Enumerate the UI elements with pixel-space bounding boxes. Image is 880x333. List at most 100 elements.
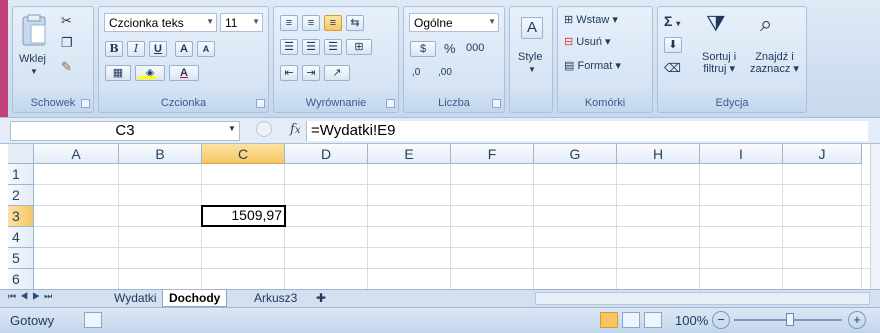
clipboard-launcher-icon[interactable]	[81, 99, 90, 108]
fill-color-swatch	[138, 76, 156, 79]
column-header-j[interactable]: J	[783, 144, 862, 164]
formula-bar: C3 ▼ fx =Wydatki!E9	[0, 117, 880, 144]
format-cells-icon: ▤	[564, 60, 575, 72]
align-bottom-icon[interactable]: ≡	[324, 15, 342, 31]
grow-font-button[interactable]: A	[175, 41, 193, 57]
decrease-decimal-button[interactable]: ,00	[438, 67, 452, 78]
column-header-g[interactable]: G	[534, 144, 617, 164]
currency-format-icon[interactable]: $	[410, 41, 436, 57]
find-select-icon[interactable]: ⌕	[760, 11, 772, 37]
percent-button[interactable]: %	[444, 41, 456, 56]
column-header-h[interactable]: H	[617, 144, 700, 164]
horizontal-scrollbar[interactable]	[535, 292, 870, 305]
column-header-i[interactable]: I	[700, 144, 783, 164]
sort-filter-icon[interactable]: ⧩	[706, 11, 726, 37]
align-top-icon[interactable]: ≡	[280, 15, 298, 31]
fill-color-button[interactable]: ◈	[135, 65, 165, 81]
format-button[interactable]: ▤ Format ▾	[564, 59, 621, 72]
name-box-dropdown-icon[interactable]: ▼	[228, 124, 236, 133]
gridline-horizontal	[34, 184, 870, 185]
paste-dropdown-icon[interactable]: ▼	[30, 67, 38, 76]
autosum-button[interactable]: Σ ▾	[664, 13, 680, 29]
cells-group: ⊞ Wstaw ▾ ⊟ Usuń ▾ ▤ Format ▾ Komórki	[557, 6, 653, 113]
number-launcher-icon[interactable]	[492, 99, 501, 108]
font-group: Czcionka teks ▼ 11 ▼ B I U A A ▦ ◈ A Czcio…	[98, 6, 269, 113]
underline-button[interactable]: U	[149, 41, 167, 57]
ribbon: Wklej ▼ ✂ ❐ ✎ Schowek Czcionka teks ▼ 11 ▼…	[0, 0, 880, 117]
zoom-out-button[interactable]: −	[712, 311, 730, 329]
sheet-nav-icons[interactable]: ⏮◀▶⏭	[8, 291, 56, 302]
page-layout-view-icon[interactable]	[622, 312, 640, 328]
italic-button[interactable]: I	[127, 41, 145, 57]
active-cell[interactable]: 1509,97	[201, 205, 286, 227]
styles-dropdown-icon[interactable]: ▼	[528, 65, 536, 74]
paste-label[interactable]: Wklej	[19, 53, 46, 65]
find-select-button[interactable]: Znajdź i zaznacz ▾	[750, 51, 799, 75]
row-header-3[interactable]: 3	[8, 206, 34, 227]
styles-icon[interactable]: A	[521, 17, 543, 39]
align-middle-icon[interactable]: ≡	[302, 15, 320, 31]
name-box[interactable]: C3	[10, 121, 240, 141]
decrease-indent-icon[interactable]: ⇤	[280, 65, 298, 81]
insert-sheet-icon[interactable]: ✚	[310, 290, 332, 307]
gridline-horizontal	[34, 268, 870, 269]
thousands-button[interactable]: 000	[466, 42, 484, 54]
styles-group: A Style ▼	[509, 6, 553, 113]
select-all-corner[interactable]	[8, 144, 34, 164]
clear-icon[interactable]: ⌫	[664, 61, 681, 75]
page-break-view-icon[interactable]	[644, 312, 662, 328]
spreadsheet-grid: ABCDEFGHIJ 123456 1509,97	[8, 144, 870, 294]
bold-button[interactable]: B	[105, 41, 123, 57]
orientation-icon[interactable]: ↗	[324, 65, 350, 81]
zoom-in-button[interactable]: +	[848, 311, 866, 329]
alignment-group-label: Wyrównanie	[305, 97, 367, 109]
row-header-4[interactable]: 4	[8, 227, 34, 248]
sheet-tab-arkusz3[interactable]: Arkusz3	[248, 290, 303, 307]
borders-button[interactable]: ▦	[105, 65, 131, 81]
copy-icon[interactable]: ❐	[61, 35, 73, 51]
increase-decimal-button[interactable]: ,0	[412, 67, 420, 78]
alignment-launcher-icon[interactable]	[386, 99, 395, 108]
merge-center-icon[interactable]: ⊞	[346, 39, 372, 55]
row-header-1[interactable]: 1	[8, 164, 34, 185]
chevron-down-icon: ▼	[252, 17, 260, 26]
wrap-text-icon[interactable]: ⇆	[346, 15, 364, 31]
column-header-b[interactable]: B	[119, 144, 202, 164]
cut-icon[interactable]: ✂	[61, 13, 72, 29]
font-color-button[interactable]: A	[169, 65, 199, 81]
fill-icon[interactable]: ⬇	[664, 37, 682, 53]
sheet-tab-dochody[interactable]: Dochody	[162, 290, 228, 307]
align-left-icon[interactable]: ☰	[280, 39, 298, 55]
function-icon[interactable]: fx	[290, 122, 300, 137]
normal-view-icon[interactable]	[600, 312, 618, 328]
increase-indent-icon[interactable]: ⇥	[302, 65, 320, 81]
font-launcher-icon[interactable]	[256, 99, 265, 108]
alignment-group: ≡ ≡ ≡ ⇆ ☰ ☰ ☰ ⊞ ⇤ ⇥ ↗ Wyrównanie	[273, 6, 399, 113]
macro-record-icon[interactable]	[84, 312, 102, 328]
column-header-a[interactable]: A	[34, 144, 119, 164]
sort-filter-button[interactable]: Sortuj i filtruj ▾	[702, 51, 736, 75]
row-header-6[interactable]: 6	[8, 269, 34, 290]
shrink-font-button[interactable]: A	[197, 41, 215, 57]
column-header-d[interactable]: D	[285, 144, 368, 164]
format-painter-icon[interactable]: ✎	[61, 59, 72, 75]
sheet-tab-wydatki[interactable]: Wydatki	[108, 290, 163, 307]
formula-cancel-icon[interactable]	[256, 121, 272, 137]
align-right-icon[interactable]: ☰	[324, 39, 342, 55]
zoom-level[interactable]: 100%	[675, 313, 708, 328]
number-format-select[interactable]: Ogólne ▼	[409, 13, 499, 32]
align-center-icon[interactable]: ☰	[302, 39, 320, 55]
column-header-c[interactable]: C	[202, 144, 285, 164]
column-header-e[interactable]: E	[368, 144, 451, 164]
column-header-f[interactable]: F	[451, 144, 534, 164]
formula-input[interactable]: =Wydatki!E9	[306, 121, 868, 141]
row-header-5[interactable]: 5	[8, 248, 34, 269]
zoom-slider-thumb[interactable]	[786, 313, 794, 326]
font-name-select[interactable]: Czcionka teks ▼	[104, 13, 217, 32]
vertical-scrollbar[interactable]	[870, 144, 880, 294]
delete-button[interactable]: ⊟ Usuń ▾	[564, 35, 611, 48]
font-size-select[interactable]: 11 ▼	[220, 13, 263, 32]
styles-button[interactable]: Style	[518, 51, 542, 63]
insert-button[interactable]: ⊞ Wstaw ▾	[564, 13, 618, 26]
row-header-2[interactable]: 2	[8, 185, 34, 206]
